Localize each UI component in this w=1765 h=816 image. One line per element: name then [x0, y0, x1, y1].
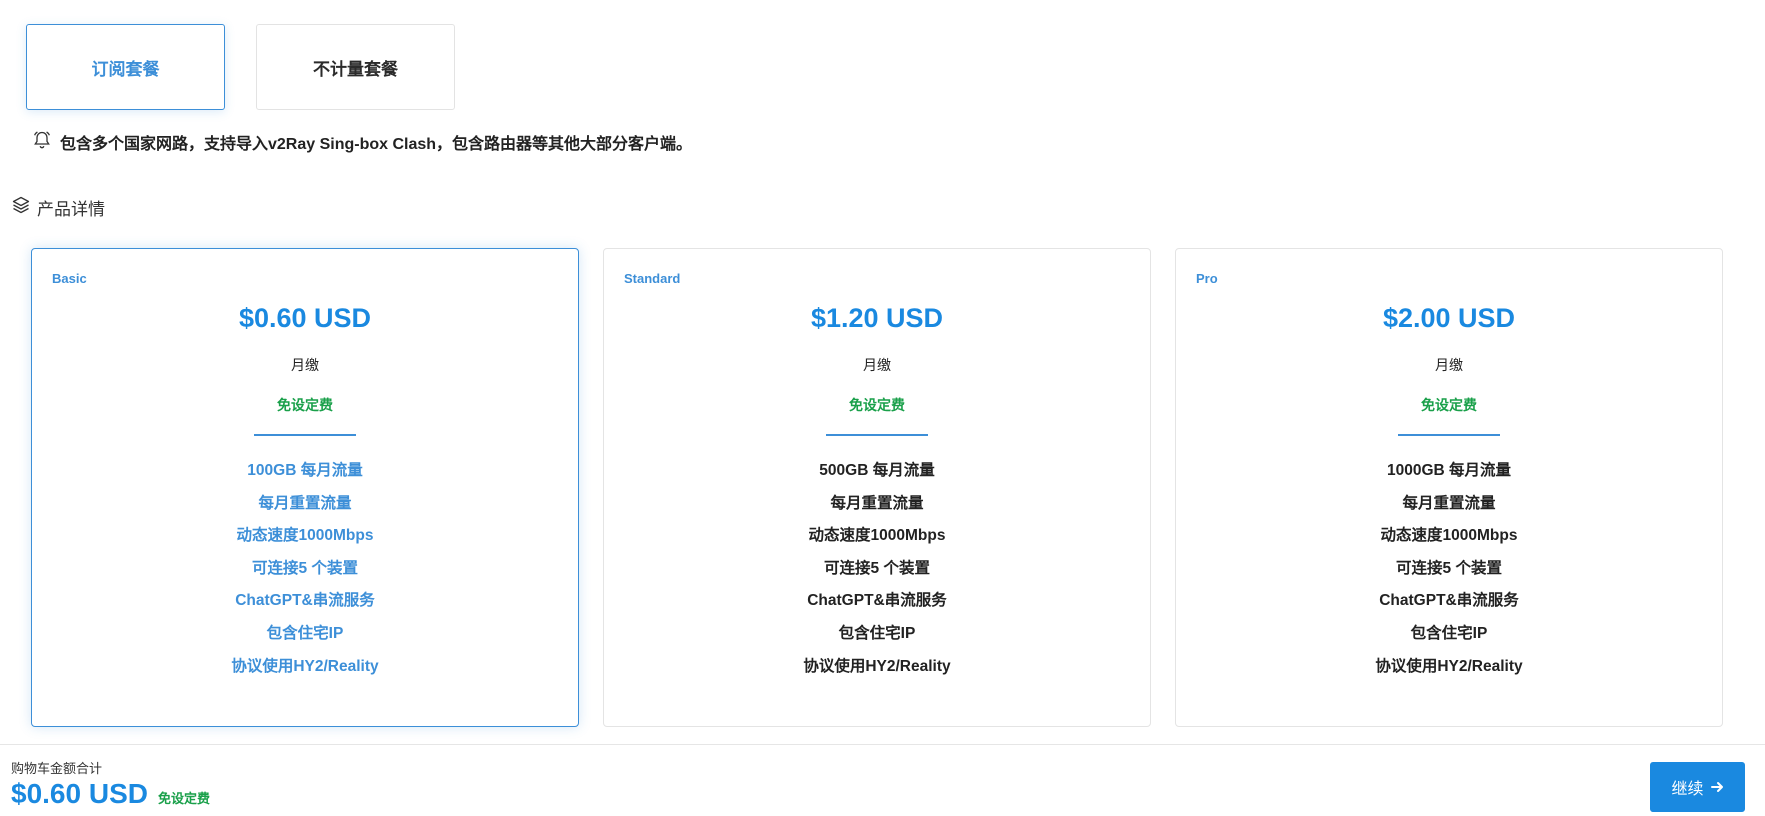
tab-subscription-label: 订阅套餐 — [91, 59, 160, 79]
plan-price: $0.60 USD — [238, 303, 372, 333]
continue-button[interactable]: 继续 — [1650, 762, 1745, 812]
tab-subscription[interactable]: 订阅套餐 — [26, 24, 225, 110]
notice-text: 包含多个国家网路，支持导入v2Ray Sing-box Clash，包含路由器等… — [60, 136, 693, 153]
section-title-text: 产品详情 — [37, 199, 105, 219]
plan-features: 500GB 每月流量 每月重置流量 动态速度1000Mbps 可连接5 个装置 … — [604, 455, 1150, 683]
plan-card-standard[interactable]: Standard $1.20 USD 月缴 免设定费 500GB 每月流量 每月… — [603, 248, 1151, 727]
feature-item: 动态速度1000Mbps — [236, 527, 374, 545]
plan-divider — [826, 434, 928, 436]
feature-item: ChatGPT&串流服务 — [807, 592, 947, 610]
feature-item: 包含住宅IP — [838, 624, 916, 642]
layers-icon — [11, 195, 31, 220]
tab-unmetered[interactable]: 不计量套餐 — [256, 24, 455, 110]
plan-features: 100GB 每月流量 每月重置流量 动态速度1000Mbps 可连接5 个装置 … — [32, 455, 578, 683]
feature-item: 包含住宅IP — [266, 624, 344, 642]
page: 订阅套餐 不计量套餐 包含多个国家网路，支持导入v2Ray Sing-box C… — [0, 0, 1765, 816]
feature-item: 协议使用HY2/Reality — [1375, 657, 1523, 675]
feature-item: 协议使用HY2/Reality — [231, 657, 379, 675]
plan-card-basic[interactable]: Basic $0.60 USD 月缴 免设定费 100GB 每月流量 每月重置流… — [31, 248, 579, 727]
feature-item: 每月重置流量 — [1402, 494, 1496, 512]
cart-label: 购物车金额合计 — [11, 761, 103, 776]
plan-period: 月缴 — [1435, 357, 1463, 373]
feature-item: 协议使用HY2/Reality — [803, 657, 951, 675]
cart-total: $0.60 USD 免设定费 — [11, 778, 210, 810]
plan-price: $2.00 USD — [1382, 303, 1516, 333]
feature-item: ChatGPT&串流服务 — [235, 592, 375, 610]
plan-name: Standard — [624, 271, 681, 286]
plan-divider — [1398, 434, 1500, 436]
section-title: 产品详情 — [11, 194, 105, 220]
plan-setup-fee: 免设定费 — [1421, 397, 1477, 413]
cart-total-price: $0.60 USD — [11, 778, 148, 809]
plan-name: Pro — [1196, 271, 1218, 286]
plan-features: 1000GB 每月流量 每月重置流量 动态速度1000Mbps 可连接5 个装置… — [1176, 455, 1722, 683]
feature-item: 包含住宅IP — [1410, 624, 1488, 642]
plan-period: 月缴 — [863, 357, 891, 373]
feature-item: 每月重置流量 — [258, 494, 352, 512]
continue-button-label: 继续 — [1671, 781, 1704, 798]
arrow-right-icon — [1710, 780, 1724, 794]
plan-setup-fee: 免设定费 — [277, 397, 333, 413]
cart-setup-fee: 免设定费 — [157, 791, 210, 806]
feature-item: 100GB 每月流量 — [247, 462, 363, 479]
bell-icon — [32, 130, 52, 155]
feature-item: 1000GB 每月流量 — [1386, 462, 1512, 479]
feature-item: 500GB 每月流量 — [819, 462, 935, 479]
feature-item: 动态速度1000Mbps — [808, 527, 946, 545]
footer-divider — [0, 744, 1765, 745]
feature-item: 可连接5 个装置 — [824, 559, 930, 577]
tab-unmetered-label: 不计量套餐 — [313, 59, 398, 79]
feature-item: 每月重置流量 — [830, 494, 924, 512]
notice: 包含多个国家网路，支持导入v2Ray Sing-box Clash，包含路由器等… — [32, 130, 692, 154]
feature-item: 可连接5 个装置 — [1396, 559, 1502, 577]
plan-name: Basic — [52, 271, 87, 286]
feature-item: 动态速度1000Mbps — [1380, 527, 1518, 545]
plan-setup-fee: 免设定费 — [849, 397, 905, 413]
feature-item: ChatGPT&串流服务 — [1379, 592, 1519, 610]
plan-period: 月缴 — [291, 357, 319, 373]
plan-price: $1.20 USD — [810, 303, 944, 333]
plan-card-pro[interactable]: Pro $2.00 USD 月缴 免设定费 1000GB 每月流量 每月重置流量… — [1175, 248, 1723, 727]
feature-item: 可连接5 个装置 — [252, 559, 358, 577]
plan-divider — [254, 434, 356, 436]
